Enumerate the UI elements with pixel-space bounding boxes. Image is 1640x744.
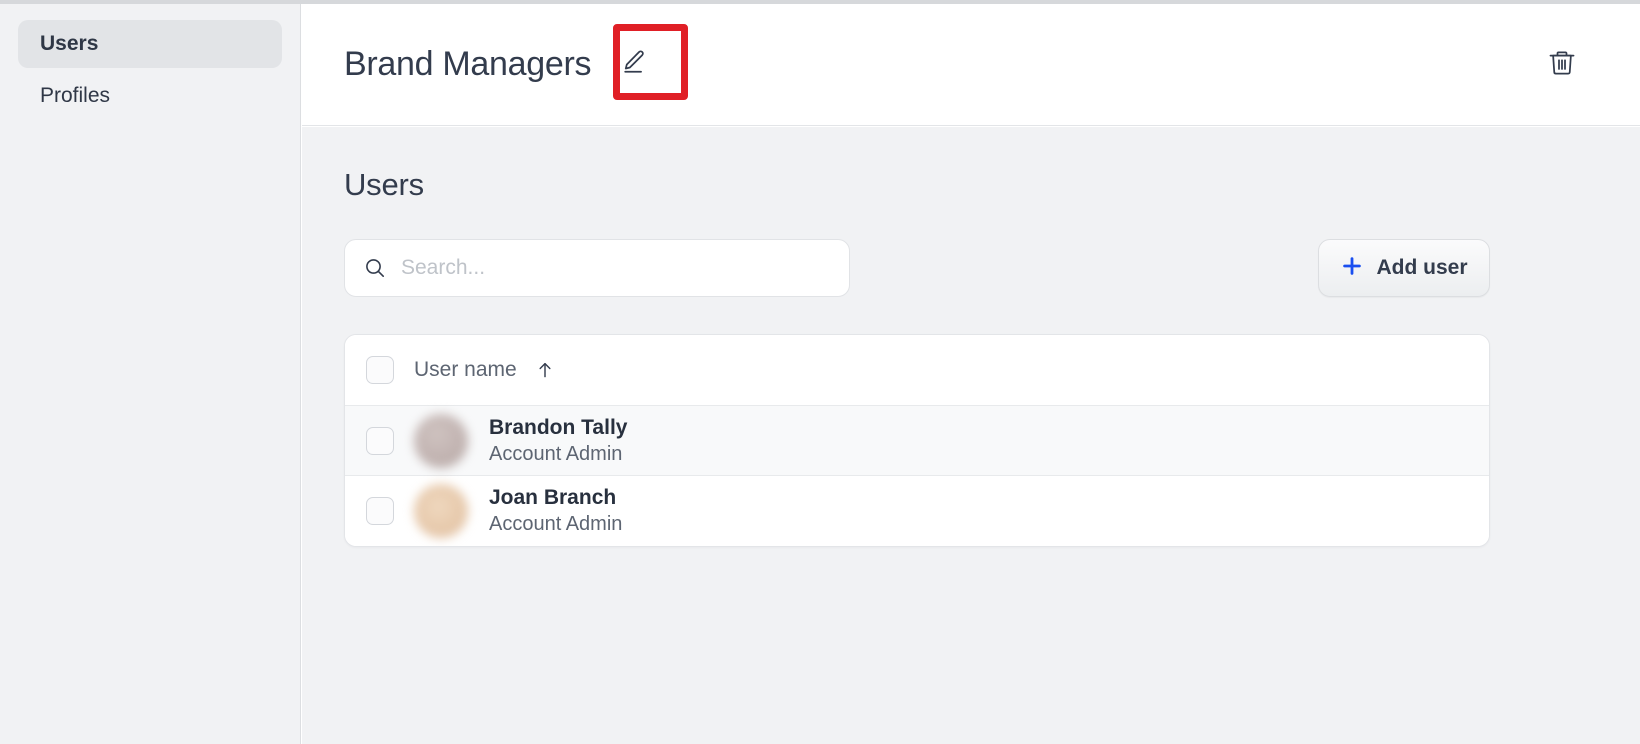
delete-brand-managers-button[interactable] (1542, 45, 1582, 85)
table-row[interactable]: Joan Branch Account Admin (345, 476, 1489, 546)
user-name: Brandon Tally (489, 415, 628, 439)
sidebar-item-profiles[interactable]: Profiles (18, 72, 282, 120)
table-header-row: User name (345, 335, 1489, 406)
section-title: Users (344, 167, 424, 202)
users-table: User name Brandon Tally Account Admin Jo… (344, 334, 1490, 547)
app-root: Users Profiles Brand Managers Users Sear… (0, 0, 1640, 744)
sidebar: Users Profiles (0, 4, 301, 744)
users-toolbar: Add user (344, 239, 1490, 297)
main-content: Users Add user (302, 127, 1640, 744)
trash-icon (1547, 48, 1577, 83)
page-title: Brand Managers (344, 45, 592, 83)
search-icon (363, 256, 387, 280)
add-user-label: Add user (1376, 256, 1468, 279)
user-cell: Brandon Tally Account Admin (489, 416, 627, 466)
avatar (414, 484, 468, 538)
column-header-user-name[interactable]: User name (414, 358, 517, 382)
row-select-checkbox[interactable] (366, 426, 394, 455)
sidebar-item-label: Profiles (40, 84, 111, 107)
search-field-wrapper[interactable] (344, 239, 850, 297)
sidebar-item-users[interactable]: Users (18, 20, 282, 68)
user-name: Joan Branch (489, 486, 617, 509)
avatar (414, 413, 468, 468)
user-role: Account Admin (489, 513, 623, 535)
pencil-edit-icon (619, 48, 647, 81)
arrow-up-icon[interactable] (535, 360, 555, 380)
add-user-button[interactable]: Add user (1318, 239, 1490, 297)
page-header: Brand Managers (302, 4, 1640, 126)
select-all-checkbox[interactable] (366, 356, 394, 384)
plus-icon (1340, 254, 1364, 283)
table-row[interactable]: Brandon Tally Account Admin (345, 406, 1489, 476)
edit-brand-managers-button[interactable] (611, 43, 655, 87)
user-role: Account Admin (489, 442, 623, 465)
user-cell: Joan Branch Account Admin (489, 486, 622, 536)
sidebar-item-label: Users (40, 32, 99, 55)
search-input[interactable] (401, 256, 831, 280)
row-select-checkbox[interactable] (366, 497, 394, 525)
